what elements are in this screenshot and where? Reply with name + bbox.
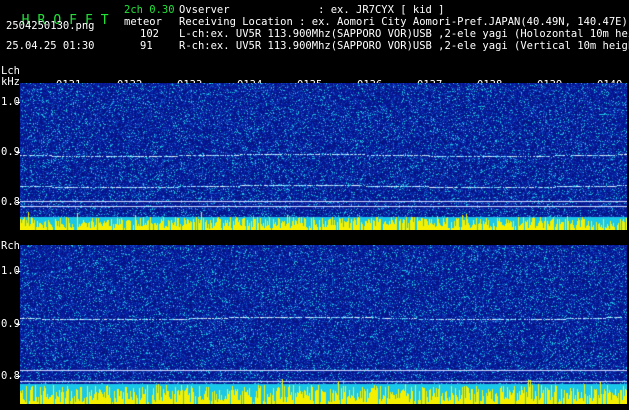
mode-label: 2ch 0.30 [124,4,175,16]
datetime: 25.04.25 01:30 [6,40,95,52]
rch-spectrogram [20,245,627,404]
meteor-count-rch: 91 [140,40,153,52]
rch-info-line: R-ch:ex. UV5R 113.900Mhz(SAPPORO VOR)USB… [179,40,629,52]
lch-spectrogram [20,83,627,230]
observer-line: Ovserver : ex. JR7CYX [ kid ] [179,4,445,16]
lch-info-line: L-ch:ex. UV5R 113.900Mhz(SAPPORO VOR)USB… [179,28,629,40]
rch-title: Rch [1,240,20,252]
brand-letter: T [100,13,109,28]
filename: 2504250130.png [6,20,95,32]
location-line: Receiving Location : ex. Aomori City Aom… [179,16,628,28]
meteor-label: meteor [124,16,162,28]
meteor-count-lch: 102 [140,28,159,40]
lch-unit: kHz [1,76,20,88]
